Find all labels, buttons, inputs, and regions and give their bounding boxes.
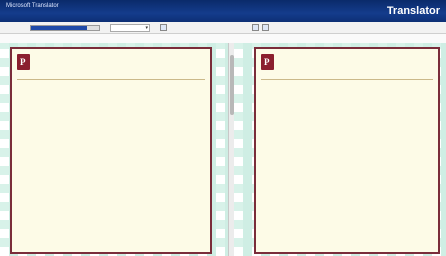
divider [17, 79, 205, 80]
list-item [262, 155, 432, 158]
original-pane: P [0, 43, 228, 256]
list-item [262, 83, 432, 86]
toolbar: ▾ [0, 22, 446, 34]
status-bar [0, 34, 446, 43]
list-item [18, 187, 204, 190]
app-title: Microsoft Translator [6, 3, 59, 9]
divider [261, 79, 433, 80]
translation-card: P [254, 47, 440, 254]
brand-logo: Translator [386, 5, 440, 17]
list-item [18, 99, 204, 102]
list-item [262, 119, 432, 122]
split-view-icon[interactable] [252, 24, 259, 31]
translator-logo-icon: P [17, 54, 30, 70]
single-view-icon[interactable] [262, 24, 269, 31]
translation-pane: P [234, 43, 446, 256]
progress-fill [31, 26, 87, 30]
original-card: P [10, 47, 212, 254]
translator-logo-icon: P [261, 54, 274, 70]
swap-icon[interactable] [160, 24, 167, 31]
title-bar: Microsoft Translator Translator [0, 0, 446, 22]
translator-window: Microsoft Translator Translator ▾ P P [0, 0, 446, 256]
card-header: P [261, 54, 433, 78]
list-item [262, 231, 432, 234]
list-item [262, 195, 432, 198]
progress-bar [30, 25, 100, 31]
card-header: P [17, 54, 205, 78]
list-item [18, 143, 204, 146]
chevron-down-icon: ▾ [145, 25, 148, 31]
language-dropdown[interactable]: ▾ [110, 24, 150, 32]
